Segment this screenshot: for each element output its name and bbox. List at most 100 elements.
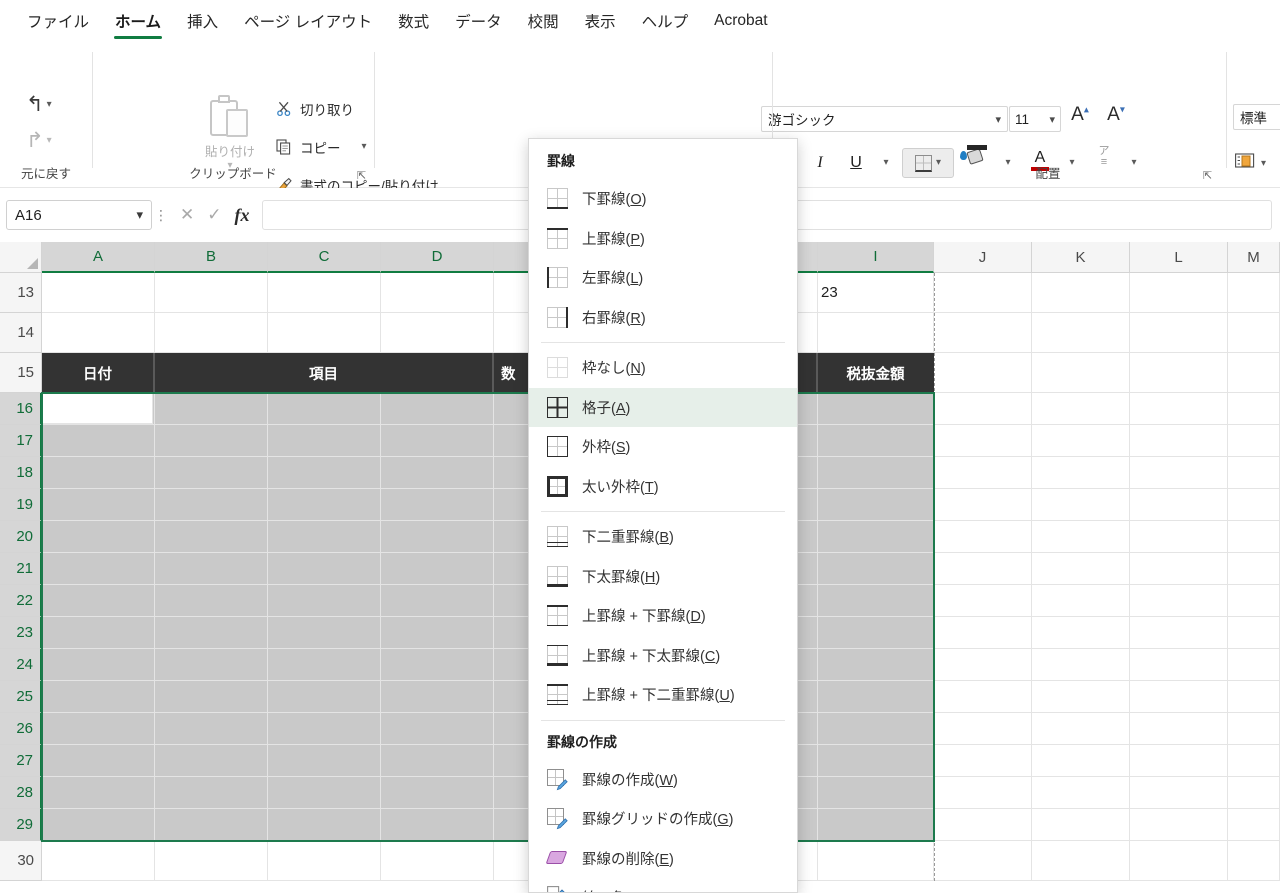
cell-J18[interactable] [934,457,1032,489]
cell-I15[interactable]: 税抜金額 [818,353,934,393]
cell-I30[interactable] [818,841,934,881]
row-header-16[interactable]: 16 [0,393,42,425]
cell-K24[interactable] [1032,649,1130,681]
column-header-M[interactable]: M [1228,242,1280,273]
row-header-13[interactable]: 13 [0,273,42,313]
cell-J19[interactable] [934,489,1032,521]
cell-A18[interactable] [42,457,155,489]
cell-J28[interactable] [934,777,1032,809]
cell-J24[interactable] [934,649,1032,681]
row-header-25[interactable]: 25 [0,681,42,713]
cell-I13[interactable]: 23 [818,273,934,313]
cell-K16[interactable] [1032,393,1130,425]
tab-view[interactable]: 表示 [572,4,629,39]
cell-C16[interactable] [268,393,381,425]
column-header-A[interactable]: A [42,242,155,273]
cell-C23[interactable] [268,617,381,649]
cell-C20[interactable] [268,521,381,553]
cell-J29[interactable] [934,809,1032,841]
menu-item-border-top-and-bottom-thick[interactable]: 上罫線 + 下太罫線(C) [529,636,797,676]
copy-button[interactable]: コピー ▾ [275,137,367,157]
row-header-19[interactable]: 19 [0,489,42,521]
cell-J23[interactable] [934,617,1032,649]
cell-C19[interactable] [268,489,381,521]
row-header-30[interactable]: 30 [0,841,42,881]
cut-button[interactable]: 切り取り [275,99,354,119]
cell-A14[interactable] [42,313,155,353]
column-header-B[interactable]: B [155,242,268,273]
row-header-27[interactable]: 27 [0,745,42,777]
cell-I17[interactable] [818,425,934,457]
cell-L14[interactable] [1130,313,1228,353]
cell-M22[interactable] [1228,585,1280,617]
cell-B17[interactable] [155,425,268,457]
cell-D16[interactable] [381,393,494,425]
row-header-21[interactable]: 21 [0,553,42,585]
cell-I18[interactable] [818,457,934,489]
cell-D24[interactable] [381,649,494,681]
menu-item-border-none[interactable]: 枠なし(N) [529,348,797,388]
cell-J13[interactable] [934,273,1032,313]
column-header-K[interactable]: K [1032,242,1130,273]
cell-M17[interactable] [1228,425,1280,457]
cell-C17[interactable] [268,425,381,457]
chevron-down-icon[interactable]: ▾ [1261,158,1266,169]
cell-D29[interactable] [381,809,494,841]
cell-I14[interactable] [818,313,934,353]
cell-M20[interactable] [1228,521,1280,553]
cell-D27[interactable] [381,745,494,777]
cell-M27[interactable] [1228,745,1280,777]
cell-J30[interactable] [934,841,1032,881]
menu-item-border-bottom-double[interactable]: 下二重罫線(B) [529,517,797,557]
menu-item-border-bottom-thick[interactable]: 下太罫線(H) [529,557,797,597]
cell-J26[interactable] [934,713,1032,745]
cell-L28[interactable] [1130,777,1228,809]
cell-B27[interactable] [155,745,268,777]
chevron-down-icon[interactable]: ▾ [136,207,143,223]
clipboard-dialog-launcher[interactable]: ⇱ [357,170,369,182]
cell-C30[interactable] [268,841,381,881]
row-header-29[interactable]: 29 [0,809,42,841]
cell-C26[interactable] [268,713,381,745]
cell-B16[interactable] [155,393,268,425]
menu-item-line-color[interactable]: 線の色(I) › [529,878,797,892]
cell-M28[interactable] [1228,777,1280,809]
row-header-26[interactable]: 26 [0,713,42,745]
cell-A15[interactable]: 日付 [42,353,155,393]
cell-L26[interactable] [1130,713,1228,745]
number-format-combo[interactable]: 標準 [1233,104,1280,130]
cell-I24[interactable] [818,649,934,681]
cell-K27[interactable] [1032,745,1130,777]
cell-I25[interactable] [818,681,934,713]
tab-data[interactable]: データ [442,4,515,39]
paste-button[interactable]: 貼り付け ▾ [197,94,263,171]
cell-A29[interactable] [42,809,155,841]
cell-K30[interactable] [1032,841,1130,881]
cell-L25[interactable] [1130,681,1228,713]
cell-A28[interactable] [42,777,155,809]
cell-B22[interactable] [155,585,268,617]
cell-C29[interactable] [268,809,381,841]
cell-D28[interactable] [381,777,494,809]
cell-C22[interactable] [268,585,381,617]
cell-I22[interactable] [818,585,934,617]
cell-L18[interactable] [1130,457,1228,489]
menu-item-border-thick-box[interactable]: 太い外枠(T) [529,467,797,507]
cell-M29[interactable] [1228,809,1280,841]
cell-L29[interactable] [1130,809,1228,841]
column-header-J[interactable]: J [934,242,1032,273]
cell-I23[interactable] [818,617,934,649]
confirm-edit-icon[interactable]: ✓ [207,205,221,225]
cell-B30[interactable] [155,841,268,881]
cell-D25[interactable] [381,681,494,713]
cell-D13[interactable] [381,273,494,313]
cell-M15[interactable] [1228,353,1280,393]
row-header-28[interactable]: 28 [0,777,42,809]
more-vertical-icon[interactable]: ⋮ [152,207,170,224]
cell-K19[interactable] [1032,489,1130,521]
cell-A22[interactable] [42,585,155,617]
cell-K22[interactable] [1032,585,1130,617]
cell-B15[interactable]: 項目 [155,353,494,393]
cell-K20[interactable] [1032,521,1130,553]
cell-B14[interactable] [155,313,268,353]
